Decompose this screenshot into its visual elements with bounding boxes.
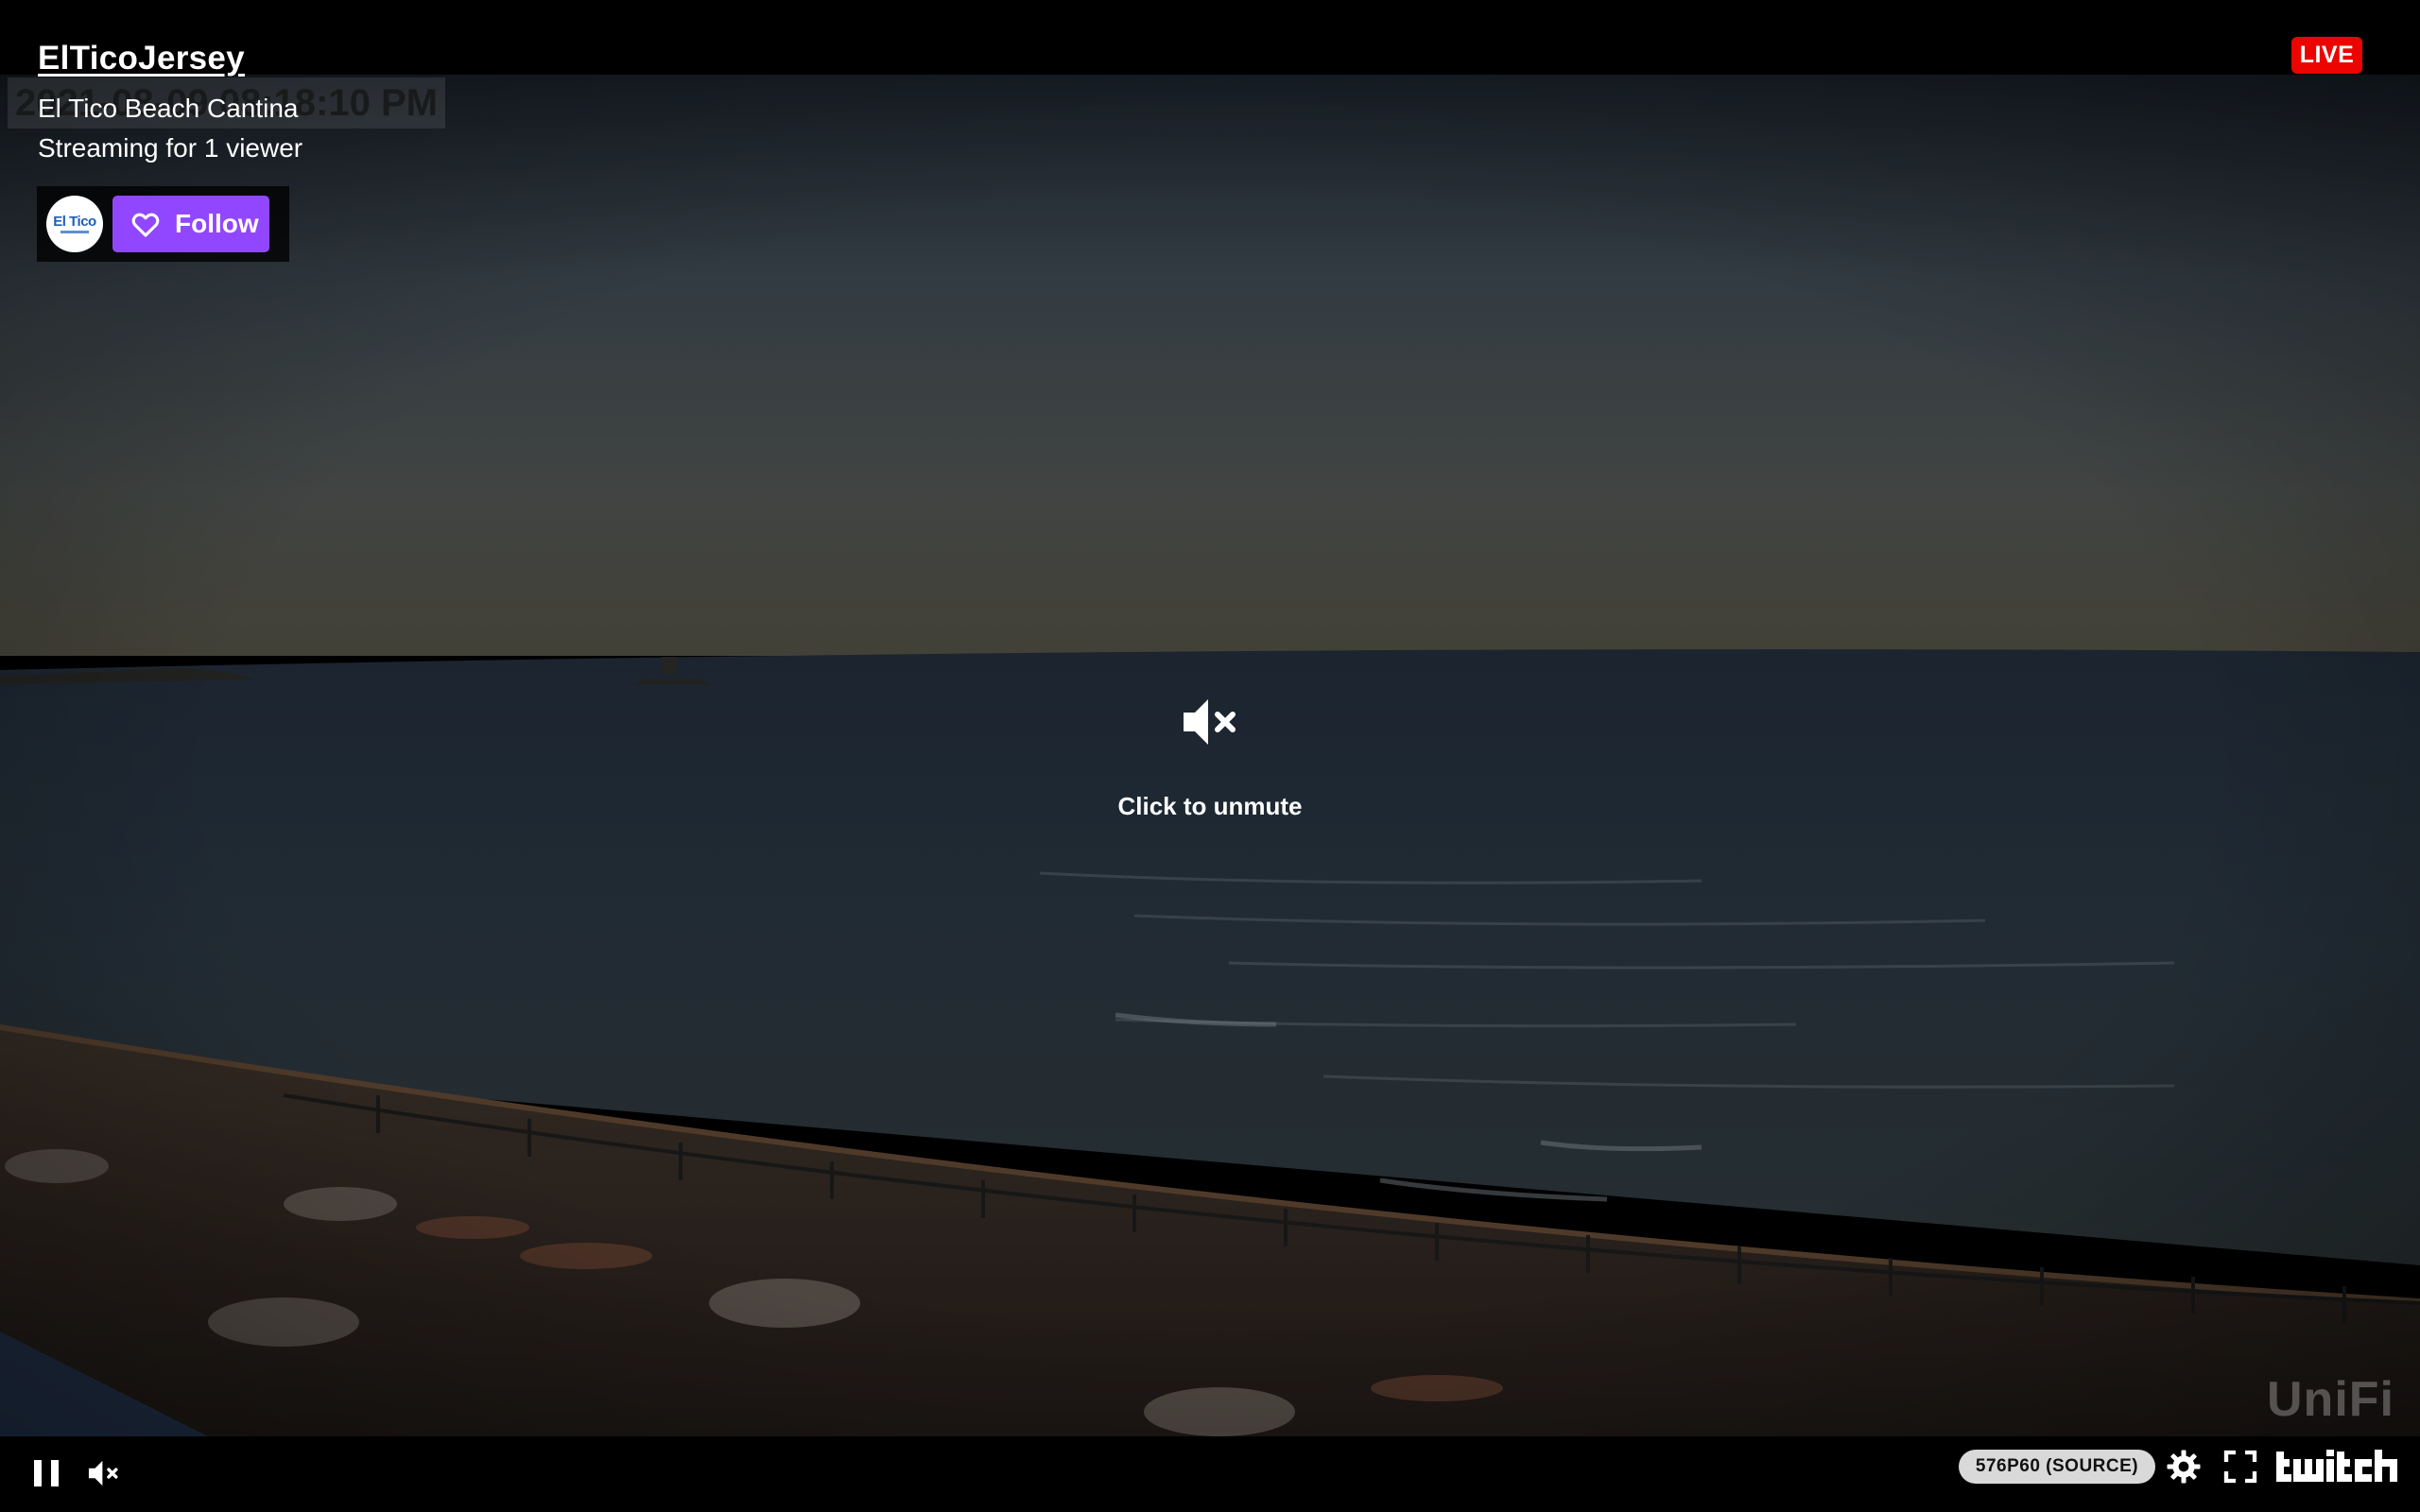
stream-title: El Tico Beach Cantina [38,94,299,123]
unmute-text: Click to unmute [1117,792,1303,820]
volume-muted-icon [1184,699,1236,745]
follow-label: Follow [175,209,259,238]
camera-watermark: UniFi [2267,1372,2394,1427]
pause-icon[interactable] [30,1452,64,1494]
twitch-logo[interactable] [2274,1444,2399,1489]
settings-icon[interactable] [2165,1448,2203,1486]
heart-icon [131,213,160,237]
avatar-logo-line [60,231,89,233]
follow-card: El Tico Follow [37,186,289,262]
avatar-logo-text: El Tico [53,214,96,230]
top-bar [0,0,2420,75]
follow-button[interactable]: Follow [112,196,269,252]
channel-name-link[interactable]: ElTicoJersey [38,40,245,77]
player-controls: 576P60 (SOURCE) [0,1436,2420,1512]
fullscreen-icon[interactable] [2221,1448,2259,1486]
volume-muted-icon[interactable] [85,1453,125,1493]
quality-badge[interactable]: 576P60 (SOURCE) [1959,1450,2155,1484]
channel-avatar[interactable]: El Tico [46,196,103,252]
click-to-unmute[interactable]: Click to unmute [1068,682,1352,824]
viewer-count: Streaming for 1 viewer [38,133,303,163]
live-badge: LIVE [2291,37,2362,74]
video-player[interactable]: UniFi 2021-08-09 08:18:10 PM ElTicoJerse… [0,0,2420,1512]
